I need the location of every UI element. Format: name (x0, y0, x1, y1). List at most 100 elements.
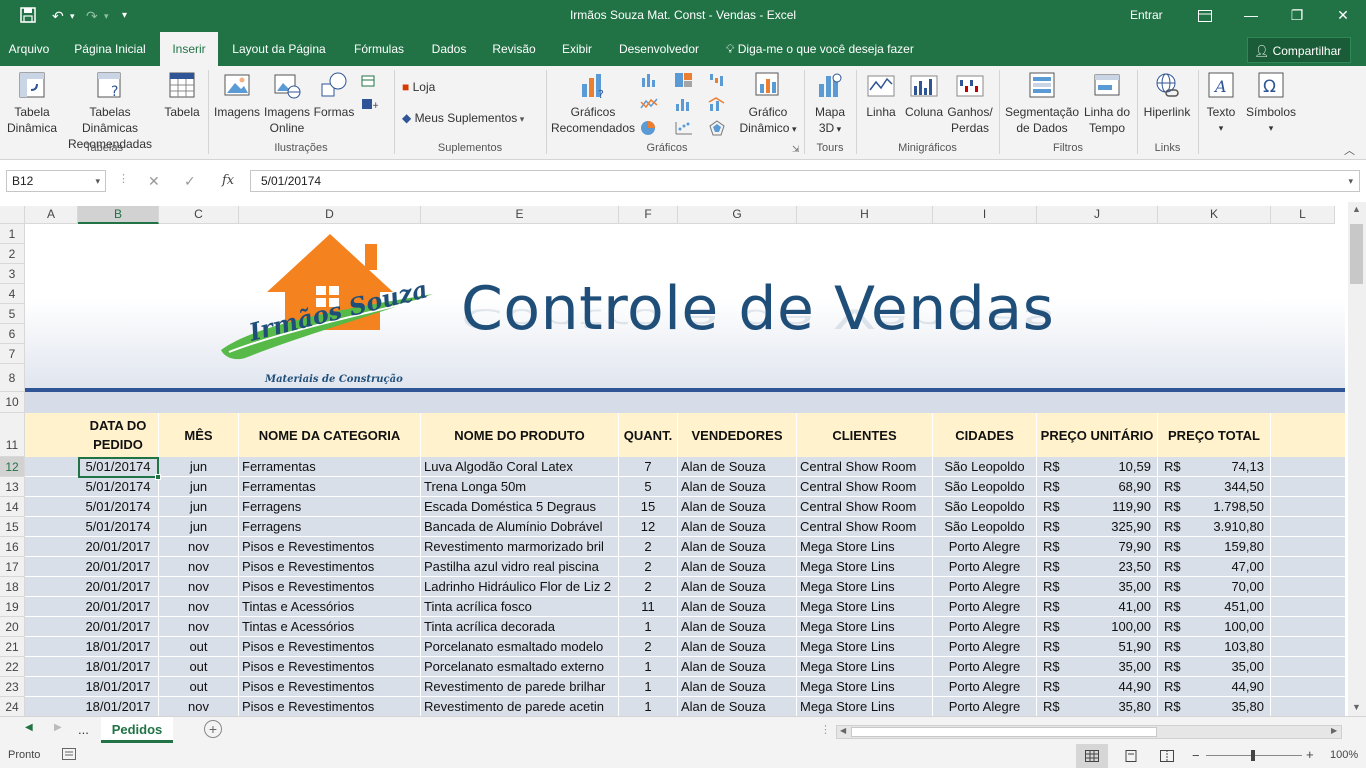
pictures-button[interactable]: Imagens (212, 70, 262, 120)
sheet-tab-pedidos[interactable]: Pedidos (101, 717, 173, 743)
row-header-12[interactable]: 12 (0, 457, 25, 477)
cell-unit-price[interactable]: R$ 51,90 (1037, 637, 1158, 657)
cell-quantity[interactable]: 7 (619, 457, 678, 477)
name-box[interactable]: B12 ▾ (6, 170, 106, 192)
cell-month[interactable]: out (159, 677, 239, 697)
cell-quantity[interactable]: 1 (619, 617, 678, 637)
cell-city[interactable]: Porto Alegre (933, 577, 1037, 597)
cell-product[interactable]: Escada Doméstica 5 Degraus (421, 497, 619, 517)
cell-seller[interactable]: Alan de Souza (678, 517, 797, 537)
row-header-20[interactable]: 20 (0, 617, 25, 637)
tab-pagina-inicial[interactable]: Página Inicial (62, 32, 158, 66)
cell-quantity[interactable]: 2 (619, 577, 678, 597)
cell-month[interactable]: out (159, 657, 239, 677)
cell-date[interactable]: 18/01/2017 (78, 637, 159, 657)
cell-category[interactable]: Pisos e Revestimentos (239, 677, 421, 697)
cell-date[interactable]: 18/01/2017 (78, 677, 159, 697)
cell-seller[interactable]: Alan de Souza (678, 457, 797, 477)
cell-product[interactable]: Revestimento marmorizado bril (421, 537, 619, 557)
collapse-ribbon-icon[interactable]: ︿ (1344, 142, 1355, 158)
cell-month[interactable]: nov (159, 557, 239, 577)
pie-chart-icon[interactable] (640, 120, 660, 136)
save-icon[interactable] (20, 7, 36, 25)
cell-category[interactable]: Tintas e Acessórios (239, 617, 421, 637)
zoom-in-icon[interactable]: + (1306, 747, 1314, 762)
charts-dialog-launcher-icon[interactable]: ⇲ (792, 144, 800, 155)
cell-unit-price[interactable]: R$ 119,90 (1037, 497, 1158, 517)
sparkline-winloss-button[interactable]: Ganhos/ Perdas (944, 70, 996, 136)
cell-product[interactable]: Revestimento de parede brilhar (421, 677, 619, 697)
cell-seller[interactable]: Alan de Souza (678, 597, 797, 617)
row-header-6[interactable]: 6 (0, 324, 25, 344)
cell-total-price[interactable]: R$ 47,00 (1158, 557, 1271, 577)
row-header-1[interactable]: 1 (0, 224, 25, 244)
cell-category[interactable]: Pisos e Revestimentos (239, 537, 421, 557)
cell-unit-price[interactable]: R$ 35,80 (1037, 697, 1158, 716)
column-header-d[interactable]: D (239, 206, 421, 224)
my-addins-button[interactable]: ◆ Meus Suplementos ▾ (402, 109, 524, 128)
header-mes[interactable]: MÊS (159, 413, 239, 457)
cell-unit-price[interactable]: R$ 100,00 (1037, 617, 1158, 637)
insert-function-icon[interactable]: fx (222, 173, 234, 188)
cell-seller[interactable]: Alan de Souza (678, 697, 797, 716)
column-header-l[interactable]: L (1271, 206, 1335, 224)
column-header-c[interactable]: C (159, 206, 239, 224)
sparkline-column-button[interactable]: Coluna (902, 70, 946, 120)
scroll-up-icon[interactable]: ▲ (1352, 204, 1361, 214)
cell-unit-price[interactable]: R$ 68,90 (1037, 477, 1158, 497)
cell-unit-price[interactable]: R$ 325,90 (1037, 517, 1158, 537)
cell-month[interactable]: jun (159, 517, 239, 537)
combo-chart-icon[interactable] (708, 96, 728, 112)
slicer-button[interactable]: Segmentação de Dados (1002, 70, 1082, 136)
statistic-chart-icon[interactable] (674, 96, 694, 112)
cell-client[interactable]: Mega Store Lins (797, 677, 933, 697)
row-header-15[interactable]: 15 (0, 517, 25, 537)
cell-seller[interactable]: Alan de Souza (678, 537, 797, 557)
cell-city[interactable]: São Leopoldo (933, 457, 1037, 477)
vertical-scroll-thumb[interactable] (1350, 224, 1363, 284)
tab-formulas[interactable]: Fórmulas (344, 32, 414, 66)
cell-category[interactable]: Ferragens (239, 517, 421, 537)
cell-city[interactable]: Porto Alegre (933, 597, 1037, 617)
cell-month[interactable]: nov (159, 697, 239, 716)
tab-inserir[interactable]: Inserir (160, 32, 218, 66)
cell-product[interactable]: Revestimento de parede acetin (421, 697, 619, 716)
cell-quantity[interactable]: 11 (619, 597, 678, 617)
column-header-b[interactable]: B (78, 206, 159, 224)
online-pictures-button[interactable]: Imagens Online (262, 70, 312, 136)
cell-month[interactable]: nov (159, 617, 239, 637)
zoom-out-icon[interactable]: − (1192, 748, 1200, 763)
cell-city[interactable]: São Leopoldo (933, 497, 1037, 517)
cell-total-price[interactable]: R$ 1.798,50 (1158, 497, 1271, 517)
cell-date[interactable]: 5/01/20174 (78, 497, 159, 517)
cell-total-price[interactable]: R$ 35,80 (1158, 697, 1271, 716)
tab-desenvolvedor[interactable]: Desenvolvedor (610, 32, 708, 66)
cell-category[interactable]: Pisos e Revestimentos (239, 557, 421, 577)
cell-total-price[interactable]: R$ 344,50 (1158, 477, 1271, 497)
cell-city[interactable]: Porto Alegre (933, 557, 1037, 577)
cell-month[interactable]: out (159, 637, 239, 657)
cell-total-price[interactable]: R$ 74,13 (1158, 457, 1271, 477)
cell-category[interactable]: Pisos e Revestimentos (239, 637, 421, 657)
close-icon[interactable]: ✕ (1320, 0, 1366, 32)
cell-quantity[interactable]: 2 (619, 557, 678, 577)
more-sheets-button[interactable]: ... (78, 722, 89, 737)
pivot-table-button[interactable]: Tabela Dinâmica (4, 70, 60, 136)
cell-total-price[interactable]: R$ 44,90 (1158, 677, 1271, 697)
cell-client[interactable]: Central Show Room (797, 497, 933, 517)
cell-unit-price[interactable]: R$ 35,00 (1037, 657, 1158, 677)
cell-seller[interactable]: Alan de Souza (678, 577, 797, 597)
timeline-button[interactable]: Linha do Tempo (1080, 70, 1134, 136)
tab-split-handle-icon[interactable]: ⋮ (820, 723, 831, 736)
cell-date[interactable]: 18/01/2017 (78, 697, 159, 716)
row-header-4[interactable]: 4 (0, 284, 25, 304)
cell-client[interactable]: Mega Store Lins (797, 657, 933, 677)
cell-month[interactable]: nov (159, 577, 239, 597)
column-header-f[interactable]: F (619, 206, 678, 224)
cell-client[interactable]: Central Show Room (797, 457, 933, 477)
header-preco-unitario[interactable]: PREÇO UNITÁRIO (1037, 413, 1158, 457)
prev-sheet-icon[interactable]: ◀ (25, 722, 33, 733)
tab-exibir[interactable]: Exibir (554, 32, 600, 66)
cell-quantity[interactable]: 12 (619, 517, 678, 537)
radar-chart-icon[interactable] (708, 120, 728, 136)
